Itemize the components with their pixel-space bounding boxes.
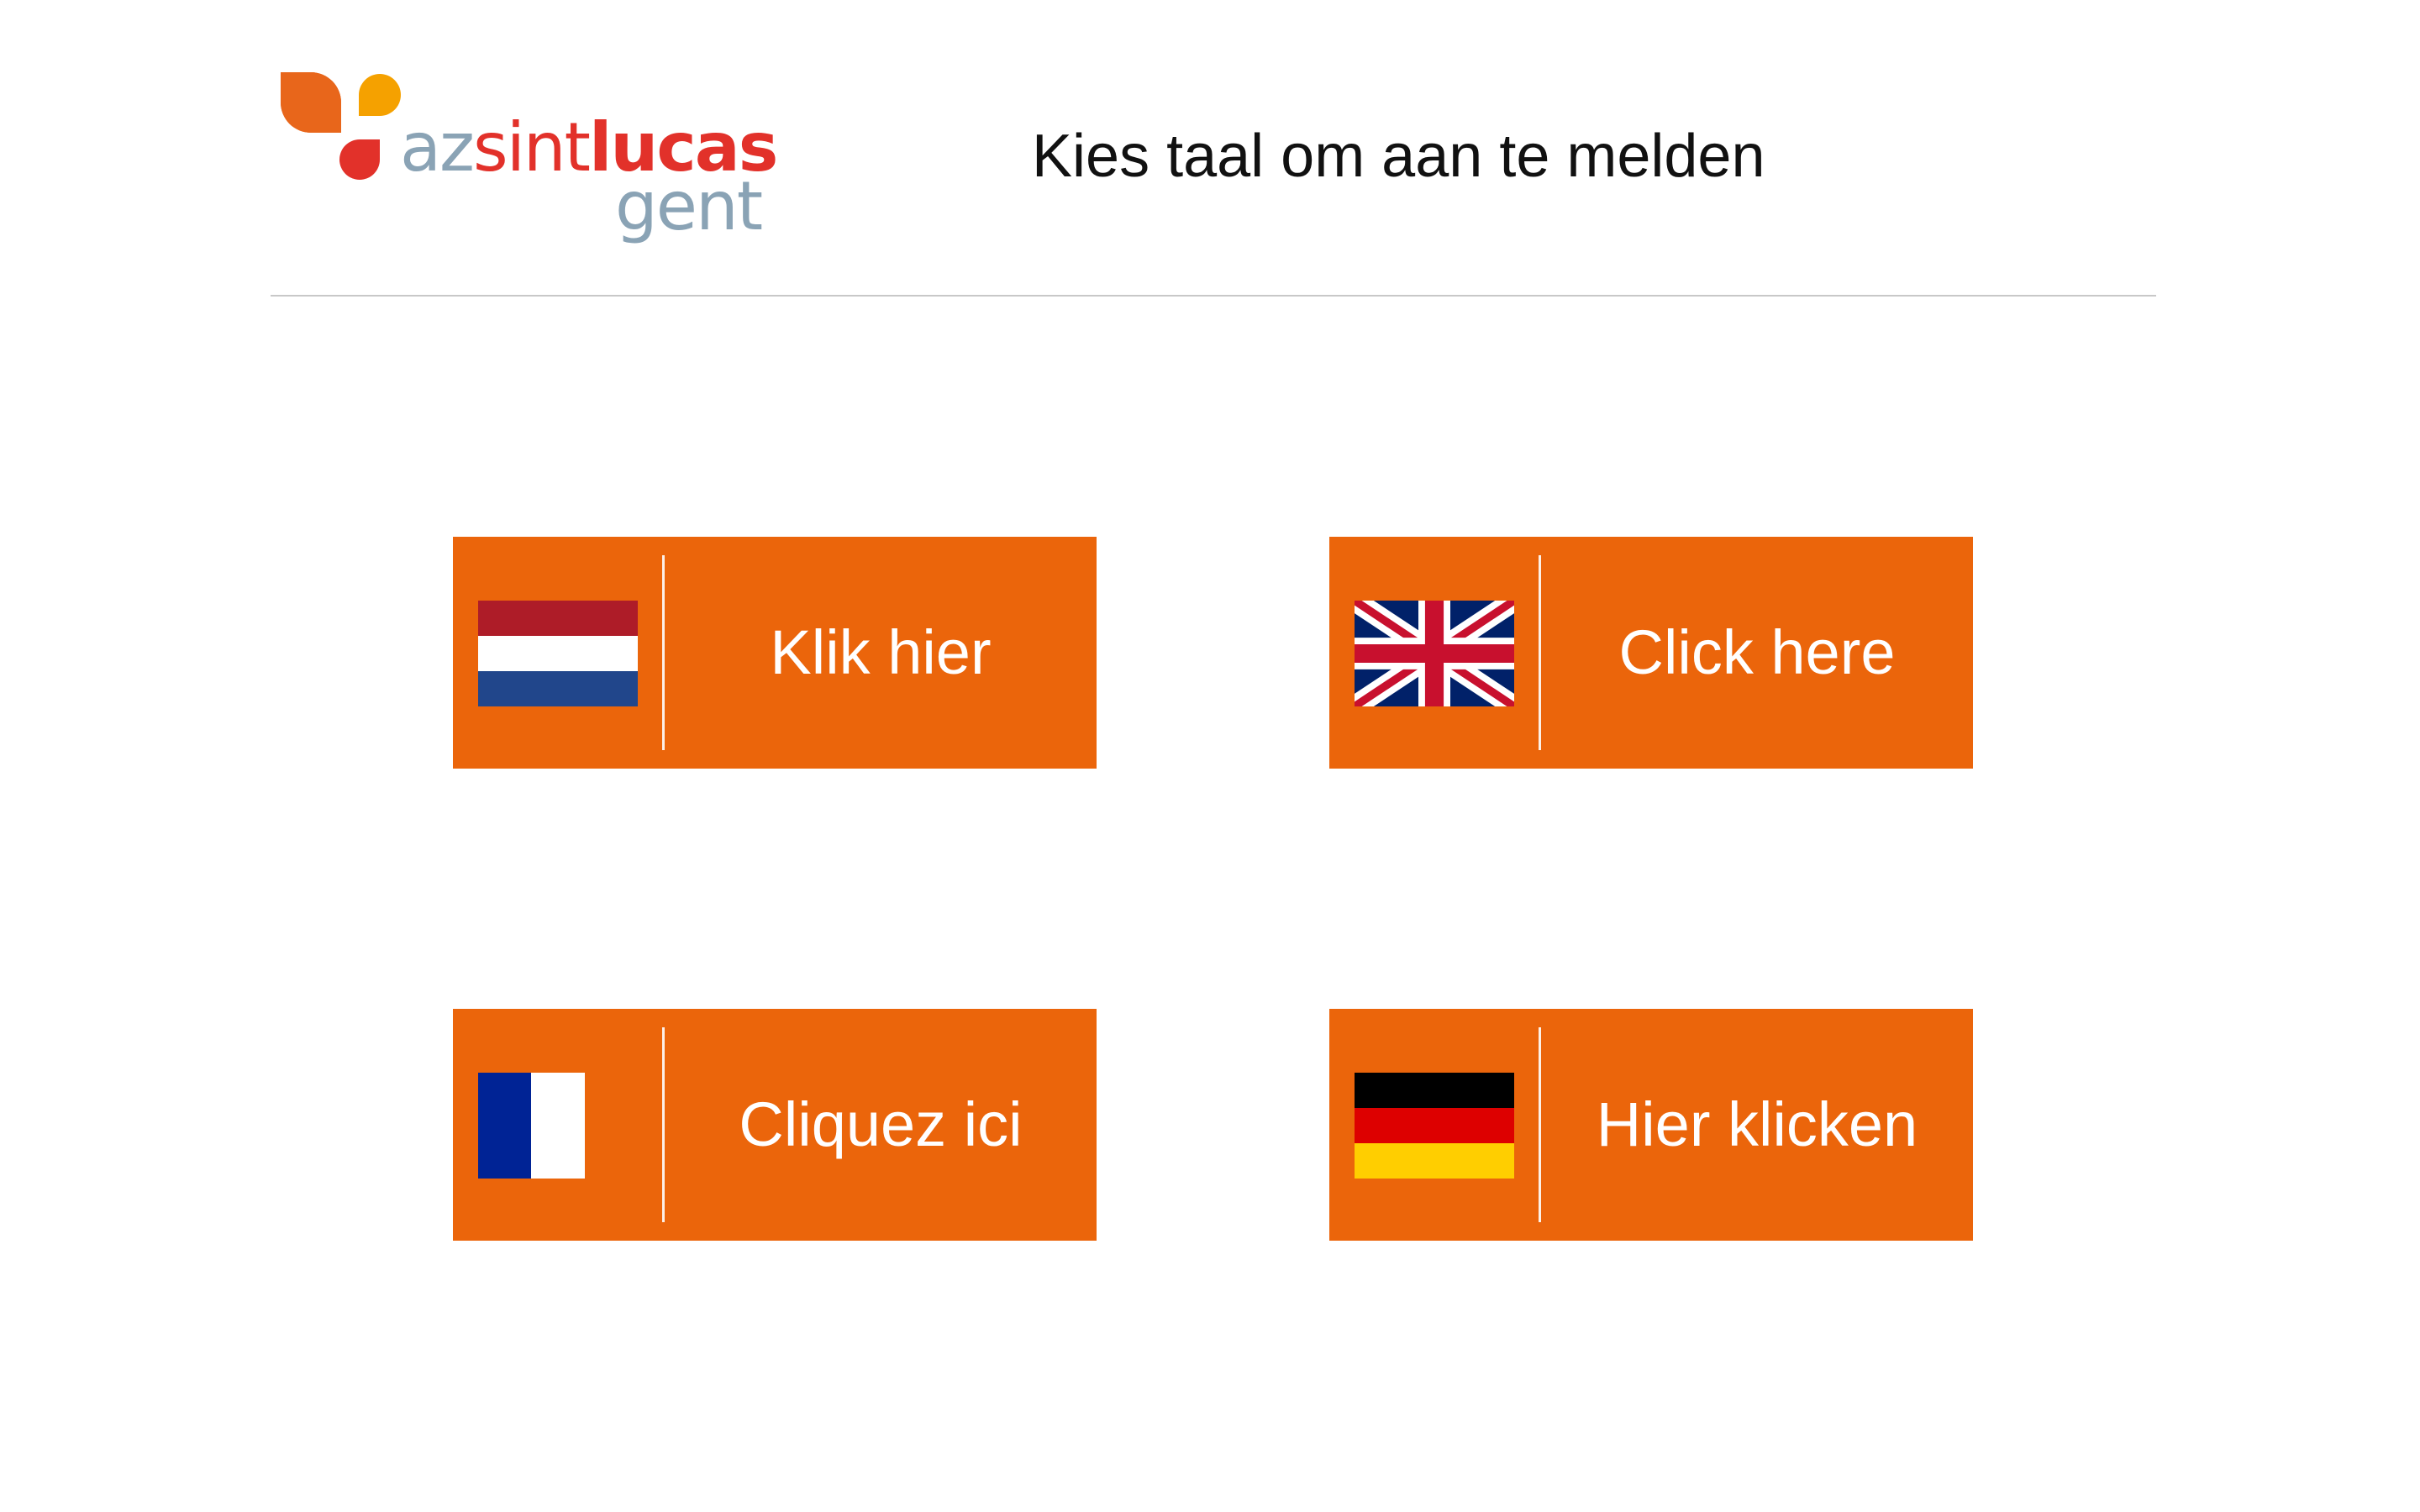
language-button-label: Click here [1618,617,1896,687]
logo-text-az: az [400,108,475,186]
france-flag-icon [478,1073,638,1179]
language-button-french[interactable]: Cliquez ici [453,1009,1097,1241]
netherlands-flag-icon [478,601,638,706]
language-button-english[interactable]: Click here [1329,537,1973,769]
language-button-label: Cliquez ici [739,1089,1023,1159]
language-button-german[interactable]: Hier klicken [1329,1009,1973,1241]
germany-flag-icon [1355,1073,1514,1179]
header-divider [271,295,2156,297]
logo-mark-icon [281,72,401,180]
language-button-label: Hier klicken [1596,1089,1918,1159]
uk-flag-icon [1355,601,1514,706]
language-select-page: azsintlucas gent Kies taal om aan te mel… [0,0,2420,1512]
az-sint-lucas-logo: azsintlucas gent [281,72,785,249]
page-title: Kies taal om aan te melden [1032,123,1765,190]
language-button-dutch[interactable]: Klik hier [453,537,1097,769]
logo-text-gent: gent [615,167,763,245]
language-button-label: Klik hier [770,617,992,687]
logo-text-sint: sint [473,108,591,186]
